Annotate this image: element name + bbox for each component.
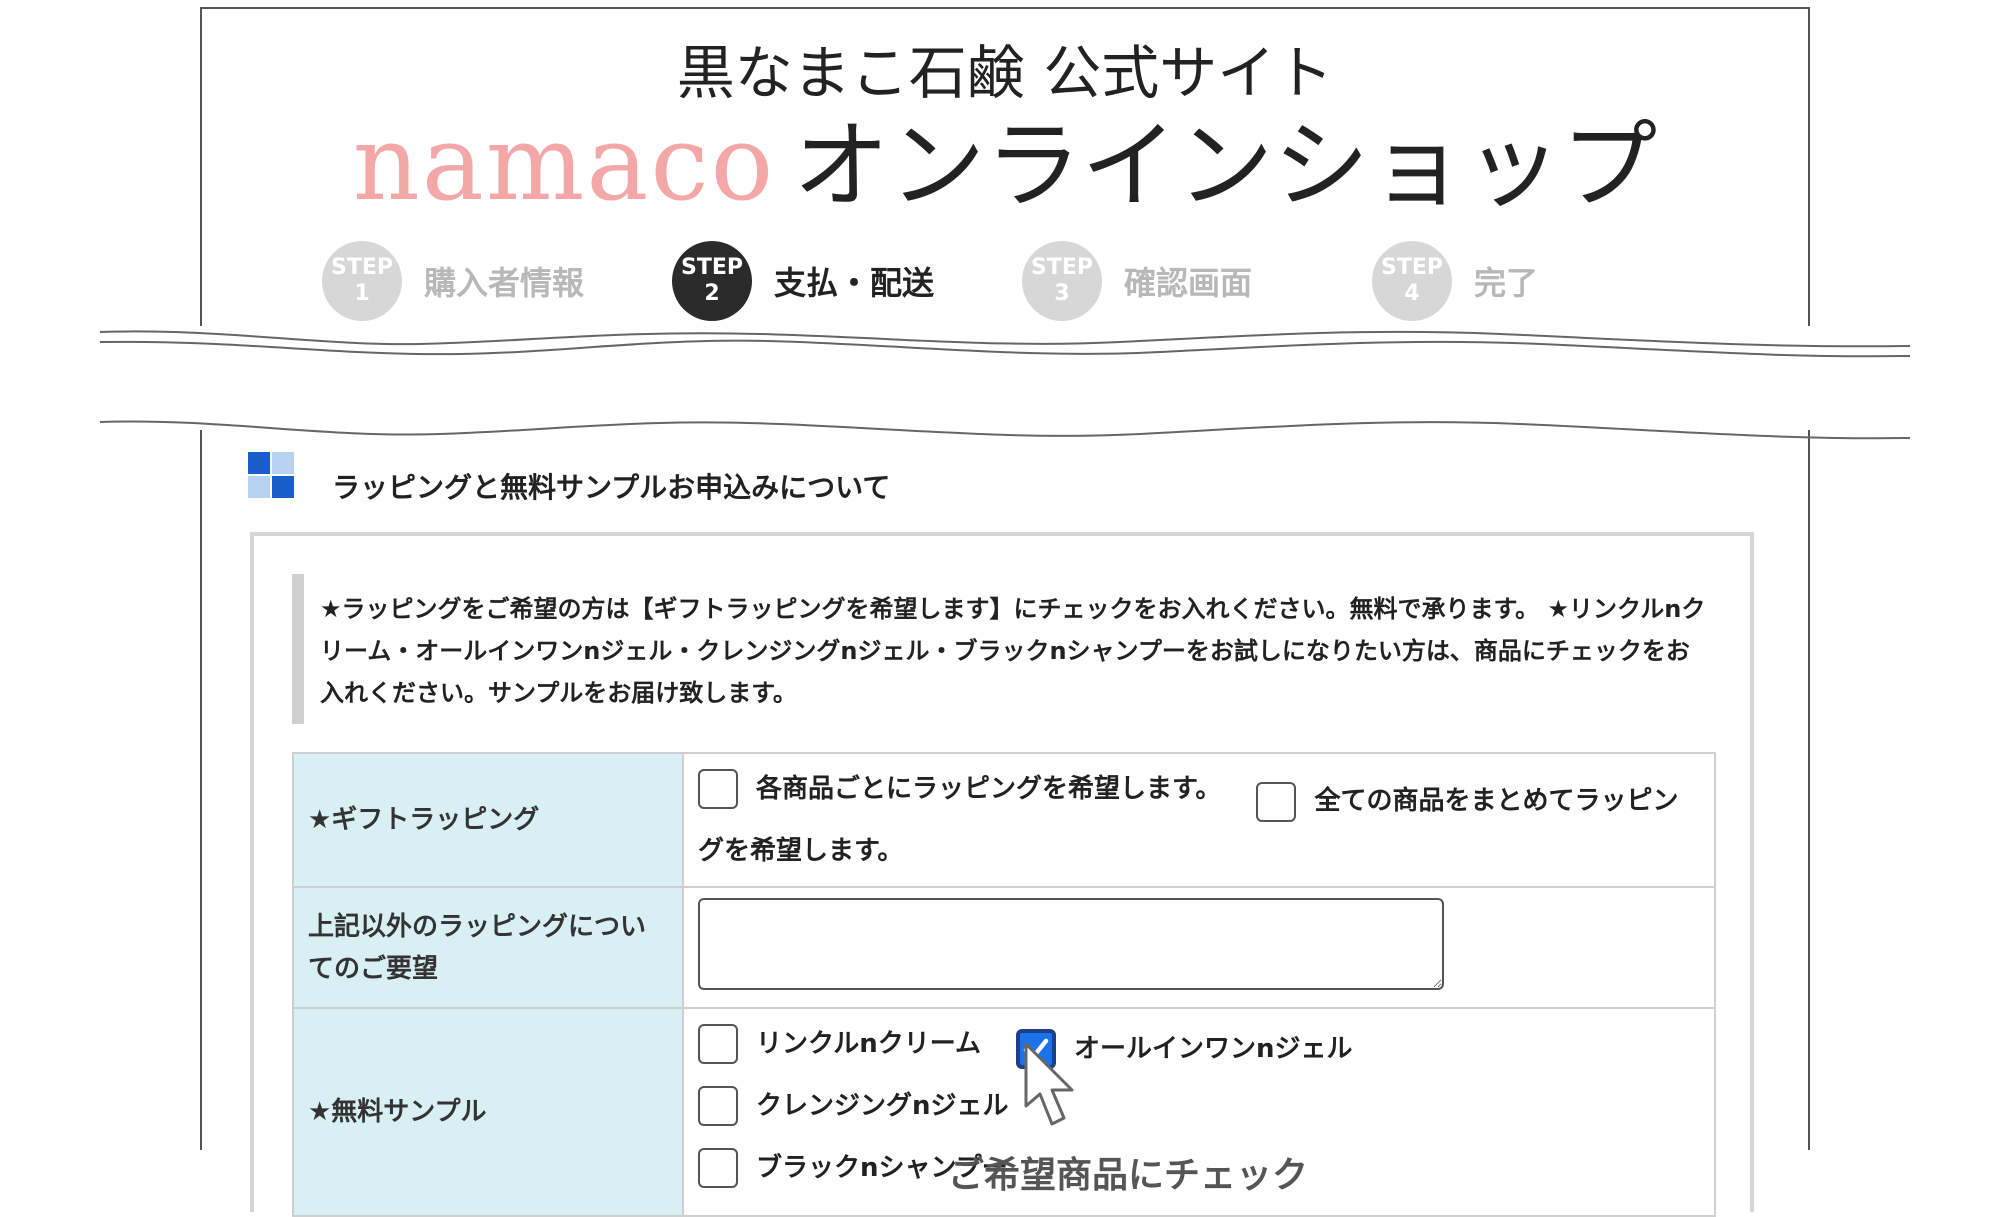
sample-wrinkle-cream-label: リンクルnクリーム — [756, 1029, 981, 1059]
free-sample-label: ★無料サンプル — [292, 1007, 684, 1217]
step-3-badge: STEP 3 — [1022, 241, 1102, 321]
brand-logo: namaco — [352, 102, 776, 224]
wrapping-request-row: 上記以外のラッピングについてのご要望 — [292, 886, 1716, 1009]
step-3-word: STEP — [1030, 255, 1093, 280]
step-4-label: 完了 — [1474, 264, 1539, 302]
step-2-word: STEP — [680, 255, 743, 280]
step-4: STEP 4 完了 — [1372, 236, 1538, 326]
wrapping-request-label: 上記以外のラッピングについてのご要望 — [292, 886, 684, 1009]
site-subtitle: 黒なまこ石鹸 公式サイト — [676, 39, 1334, 107]
sample-black-shampoo-checkbox[interactable] — [698, 1148, 738, 1188]
checkout-steps: STEP 1 購入者情報 STEP 2 支払・配送 STEP 3 確認画面 ST… — [300, 236, 1700, 326]
gift-each-label: 各商品ごとにラッピングを希望します。 — [756, 774, 1222, 804]
gift-option-each[interactable]: 各商品ごとにラッピングを希望します。 — [698, 764, 1221, 814]
cut-line-top — [0, 326, 2000, 366]
sample-cleansing-gel-label: クレンジングnジェル — [756, 1091, 1009, 1121]
step-1: STEP 1 購入者情報 — [322, 236, 584, 326]
sample-wrinkle-cream-checkbox[interactable] — [698, 1024, 738, 1064]
section-note: ★ラッピングをご希望の方は【ギフトラッピングを希望します】にチェックをお入れくだ… — [292, 574, 1710, 724]
step-1-badge: STEP 1 — [322, 241, 402, 321]
sample-allinone-gel-label: オールインワンnジェル — [1074, 1034, 1353, 1064]
frame-right-border-lower — [1808, 430, 1810, 1150]
step-2: STEP 2 支払・配送 — [672, 236, 934, 326]
step-1-label: 購入者情報 — [424, 264, 585, 302]
step-3-number: 3 — [1054, 281, 1070, 306]
wrapping-request-cell — [682, 886, 1716, 1009]
sample-option-wrinkle-cream[interactable]: リンクルnクリーム — [698, 1019, 981, 1069]
frame-top-border — [200, 7, 1810, 9]
step-4-badge: STEP 4 — [1372, 241, 1452, 321]
gift-wrapping-row: ★ギフトラッピング 各商品ごとにラッピングを希望します。 全ての商品をまとめてラ… — [292, 752, 1716, 888]
gift-wrapping-options: 各商品ごとにラッピングを希望します。 全ての商品をまとめてラッピングを希望します… — [682, 752, 1716, 888]
gift-each-checkbox[interactable] — [698, 769, 738, 809]
step-2-number: 2 — [704, 281, 720, 306]
step-2-label: 支払・配送 — [774, 264, 935, 302]
shop-title: オンラインショップ — [793, 110, 1658, 222]
cut-line-bottom — [99, 420, 1911, 440]
wrapping-request-textarea[interactable] — [698, 898, 1444, 990]
step-3: STEP 3 確認画面 — [1022, 236, 1252, 326]
step-4-word: STEP — [1380, 255, 1443, 280]
site-title: namaco オンラインショップ — [200, 108, 1810, 221]
gift-wrapping-label: ★ギフトラッピング — [292, 752, 684, 888]
section-title: ラッピングと無料サンプルお申込みについて — [332, 471, 891, 504]
sample-cleansing-gel-checkbox[interactable] — [698, 1086, 738, 1126]
step-2-badge: STEP 2 — [672, 241, 752, 321]
step-4-number: 4 — [1404, 281, 1420, 306]
step-3-label: 確認画面 — [1124, 264, 1253, 302]
step-1-number: 1 — [354, 281, 370, 306]
blue-squares-icon — [248, 452, 296, 500]
frame-left-border-lower — [200, 430, 202, 1150]
step-1-word: STEP — [330, 255, 393, 280]
gift-all-checkbox[interactable] — [1256, 781, 1297, 822]
mouse-pointer-icon — [1024, 1042, 1074, 1126]
sample-option-cleansing-gel[interactable]: クレンジングnジェル — [698, 1081, 1009, 1131]
instruction-caption: ご希望商品にチェック — [948, 1155, 1309, 1196]
